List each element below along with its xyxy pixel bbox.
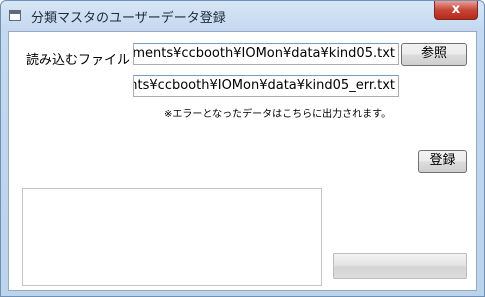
title-bar[interactable]: 分類マスタのユーザーデータ登録 x <box>1 1 484 31</box>
window-icon <box>9 10 21 21</box>
browse-button[interactable]: 参照 <box>401 43 467 66</box>
app-window: 分類マスタのユーザーデータ登録 x 読み込むファイル C:¥Users¥ccbo… <box>0 0 485 297</box>
close-icon: x <box>451 2 461 17</box>
error-file-value: C:¥Users¥ccbooth¥Documents¥ccbooth¥IOMon… <box>134 78 395 93</box>
input-file-value: C:¥Users¥ccbooth¥Documents¥ccbooth¥IOMon… <box>133 46 395 61</box>
log-textarea[interactable] <box>22 188 322 286</box>
error-output-note: ※エラーとなったデータはこちらに出力されます。 <box>164 109 392 120</box>
register-button[interactable]: 登録 <box>418 150 467 173</box>
window-title: 分類マスタのユーザーデータ登録 <box>31 11 226 26</box>
client-area: 読み込むファイル C:¥Users¥ccbooth¥Documents¥ccbo… <box>8 31 477 291</box>
progress-bar <box>333 253 467 279</box>
file-label: 読み込むファイル <box>26 53 131 68</box>
close-button[interactable]: x <box>434 1 478 20</box>
error-file-field[interactable]: C:¥Users¥ccbooth¥Documents¥ccbooth¥IOMon… <box>133 75 399 97</box>
input-file-field[interactable]: C:¥Users¥ccbooth¥Documents¥ccbooth¥IOMon… <box>133 43 399 65</box>
